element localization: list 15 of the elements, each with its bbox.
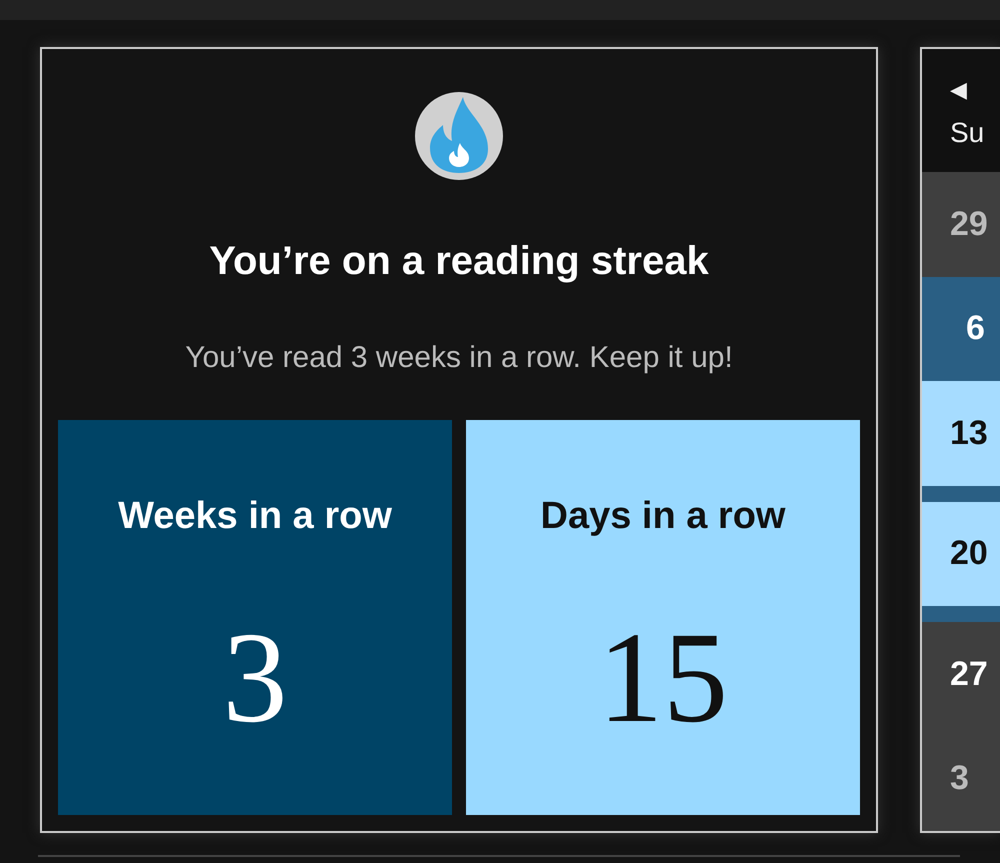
- streak-title: You’re on a reading streak: [209, 238, 709, 285]
- calendar-day[interactable]: 20: [922, 502, 1000, 622]
- calendar-day[interactable]: 27: [922, 622, 1000, 726]
- stat-value: 15: [598, 613, 728, 743]
- stat-value: 3: [222, 613, 288, 743]
- calendar-day[interactable]: 3: [922, 726, 1000, 831]
- flame-icon: [414, 91, 504, 181]
- calendar-day[interactable]: 29: [922, 172, 1000, 276]
- streak-message: You’ve read 3 weeks in a row. Keep it up!: [185, 340, 733, 376]
- calendar-day[interactable]: 13: [922, 381, 1000, 502]
- weekday-label: Su: [950, 116, 986, 150]
- stat-label: Days in a row: [540, 494, 786, 539]
- previous-button[interactable]: ◀: [950, 73, 967, 106]
- stat-label: Weeks in a row: [118, 494, 392, 539]
- calendar-day[interactable]: 6: [922, 276, 1000, 381]
